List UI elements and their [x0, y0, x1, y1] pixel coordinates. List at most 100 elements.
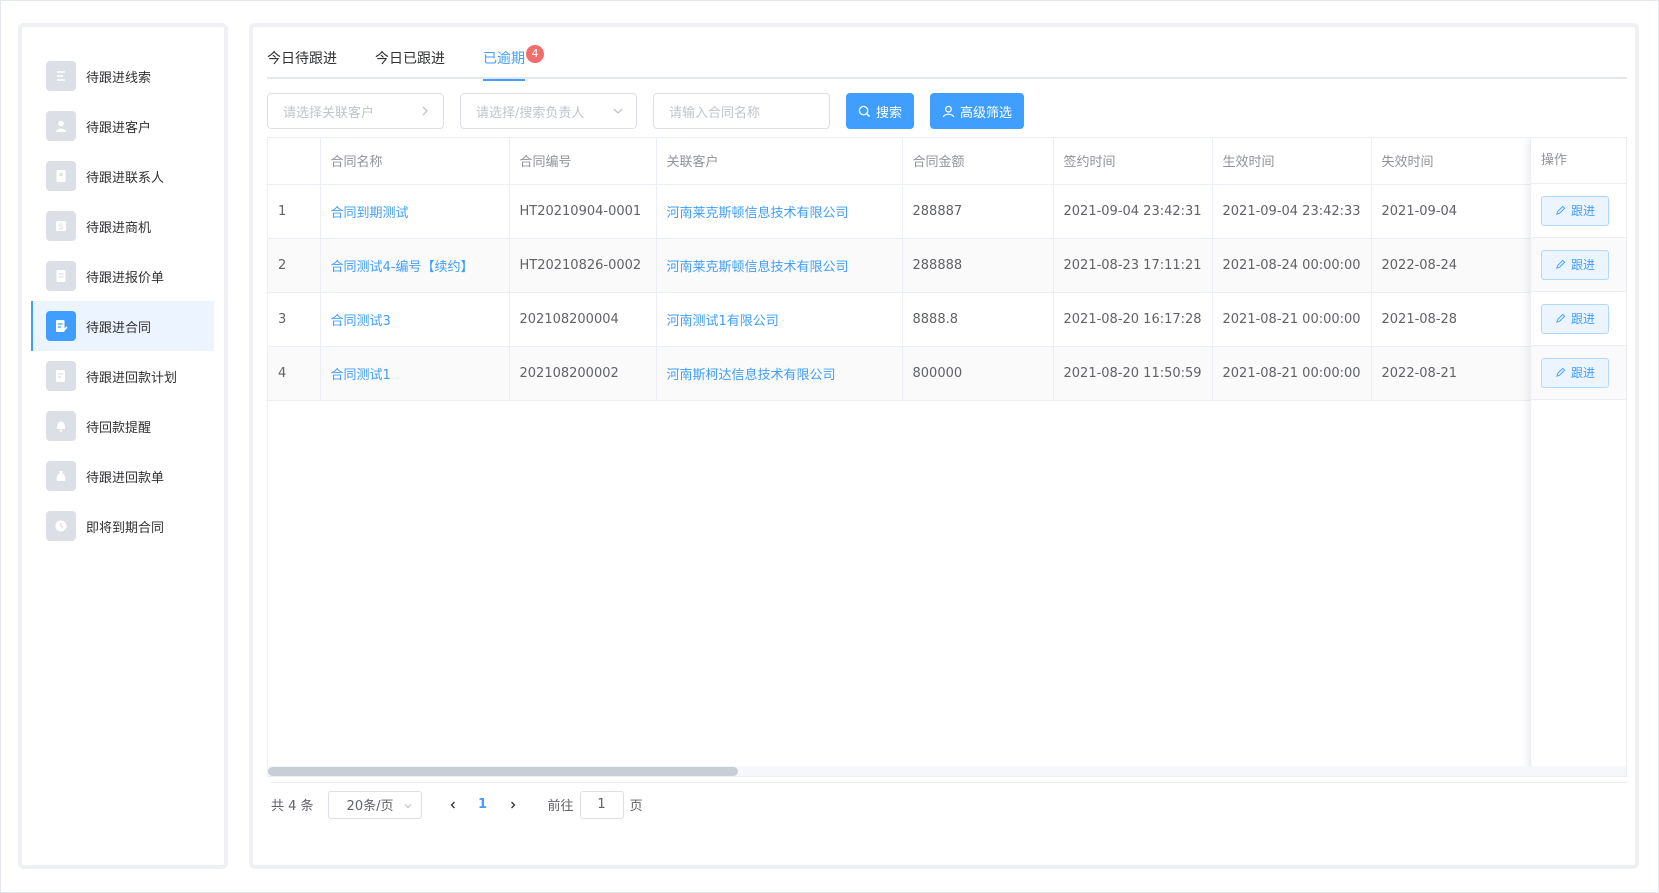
- owner-select-placeholder: 请选择/搜索负责人: [476, 105, 585, 121]
- sidebar-item[interactable]: 待跟进合同: [31, 301, 214, 351]
- sidebar-item[interactable]: 即将到期合同: [22, 501, 224, 551]
- sidebar: 待跟进线索待跟进客户待跟进联系人 $ 待跟进商机待跟进报价单 待跟进合同待跟进回款计划…: [18, 23, 228, 869]
- edit-icon: [1556, 259, 1566, 269]
- customer-icon: [46, 111, 76, 141]
- tab-label: 已逾期: [483, 51, 525, 67]
- clue-icon: [46, 61, 76, 91]
- sidebar-item[interactable]: 待跟进报价单: [22, 251, 224, 301]
- advanced-filter-label: 高级筛选: [960, 105, 1013, 121]
- column-header[interactable]: 签约时间: [1053, 138, 1213, 185]
- goto-label: 前往: [547, 799, 574, 814]
- goto-page-input[interactable]: 1: [579, 790, 624, 819]
- scrollbar-thumb[interactable]: [268, 767, 738, 776]
- search-icon: [858, 105, 871, 117]
- prev-page-button[interactable]: [438, 791, 468, 819]
- sidebar-item[interactable]: 待跟进线索: [22, 51, 224, 101]
- signed-time-cell: 2021-08-20 16:17:28: [1053, 292, 1213, 347]
- page-size-select[interactable]: 20条/页: [327, 790, 422, 819]
- column-header[interactable]: 合同金额: [902, 138, 1054, 185]
- next-page-button[interactable]: [498, 791, 528, 819]
- sidebar-item[interactable]: 待跟进回款计划: [22, 351, 224, 401]
- customer-link[interactable]: 河南莱克斯顿信息技术有限公司: [656, 184, 903, 239]
- tab-today-pending[interactable]: 今日待跟进: [267, 39, 337, 79]
- app-frame: 待跟进线索待跟进客户待跟进联系人 $ 待跟进商机待跟进报价单 待跟进合同待跟进回款计划…: [0, 0, 1659, 893]
- effective-time-cell: 2021-08-21 00:00:00: [1212, 346, 1372, 401]
- payment-plan-icon: [46, 361, 76, 391]
- svg-text:$: $: [59, 223, 64, 232]
- contract-name-link[interactable]: 合同测试3: [320, 292, 510, 347]
- customer-link[interactable]: 河南斯柯达信息技术有限公司: [656, 346, 903, 401]
- follow-up-button[interactable]: 跟进: [1541, 303, 1609, 334]
- column-header[interactable]: 生效时间: [1212, 138, 1372, 185]
- table-row: 2 合同测试4-编号【续约】 HT20210826-0002 河南莱克斯顿信息技术有限…: [268, 238, 1626, 293]
- action-cell: 跟进: [1531, 238, 1626, 292]
- amount-cell: 288888: [902, 238, 1054, 293]
- horizontal-scrollbar[interactable]: [268, 766, 1626, 776]
- goto-page: 前往 1 页: [547, 790, 643, 819]
- bell-icon: [46, 411, 76, 441]
- page-number-current[interactable]: 1: [468, 791, 498, 819]
- sidebar-item[interactable]: 待跟进联系人: [22, 151, 224, 201]
- chevron-down-icon: [613, 108, 623, 114]
- follow-up-label: 跟进: [1570, 258, 1595, 272]
- contract-name-placeholder: 请输入合同名称: [669, 105, 761, 121]
- signed-time-cell: 2021-08-20 11:50:59: [1053, 346, 1213, 401]
- follow-up-button[interactable]: 跟进: [1541, 249, 1609, 280]
- sidebar-item-label: 待跟进合同: [86, 320, 152, 336]
- column-header[interactable]: 关联客户: [656, 138, 903, 185]
- sidebar-item-label: 待跟进商机: [86, 220, 152, 236]
- follow-up-button[interactable]: 跟进: [1541, 357, 1609, 388]
- sidebar-item[interactable]: 待跟进客户: [22, 101, 224, 151]
- effective-time-cell: 2021-08-21 00:00:00: [1212, 292, 1372, 347]
- customer-link[interactable]: 河南测试1有限公司: [656, 292, 903, 347]
- sidebar-item[interactable]: 待回款提醒: [22, 401, 224, 451]
- customer-select[interactable]: 请选择关联客户: [267, 93, 444, 129]
- advanced-filter-button[interactable]: 高级筛选: [930, 93, 1025, 129]
- table-row: 3 合同测试3 202108200004 河南测试1有限公司 8888.8 2021-08…: [268, 292, 1626, 347]
- owner-select[interactable]: 请选择/搜索负责人: [460, 93, 637, 129]
- contract-code-cell: HT20210904-0001: [509, 184, 657, 239]
- sidebar-item-label: 即将到期合同: [86, 520, 165, 536]
- sidebar-item[interactable]: 待跟进回款单: [22, 451, 224, 501]
- signed-time-cell: 2021-09-04 23:42:31: [1053, 184, 1213, 239]
- row-index-cell: 1: [268, 184, 321, 239]
- filter-bar: 请选择关联客户 请选择/搜索负责人 请输入合同名称 搜索 高级筛选: [267, 93, 1040, 129]
- customer-select-placeholder: 请选择关联客户: [283, 105, 375, 121]
- contract-name-link[interactable]: 合同到期测试: [320, 184, 510, 239]
- contract-icon: [46, 311, 76, 341]
- search-button[interactable]: 搜索: [846, 93, 915, 129]
- chevron-right-icon: [422, 106, 428, 116]
- search-button-label: 搜索: [876, 105, 903, 121]
- customer-link[interactable]: 河南莱克斯顿信息技术有限公司: [656, 238, 903, 293]
- contract-table: 合同名称 合同编号 关联客户 合同金额 签约时间 生效时间 失效时间 1 合同到期…: [267, 137, 1627, 777]
- action-column-header: 操作: [1531, 138, 1626, 184]
- sidebar-item[interactable]: $ 待跟进商机: [22, 201, 224, 251]
- effective-time-cell: 2021-09-04 23:42:33: [1212, 184, 1372, 239]
- page-size-value: 20条/页: [346, 799, 394, 814]
- tab-overdue[interactable]: 已逾期 4: [483, 39, 544, 81]
- column-header[interactable]: 合同名称: [320, 138, 510, 185]
- action-cell: 跟进: [1531, 292, 1626, 346]
- contract-name-link[interactable]: 合同测试1: [320, 346, 510, 401]
- pagination-total: 共 4 条: [271, 799, 314, 814]
- row-index-cell: 2: [268, 238, 321, 293]
- edit-icon: [1556, 205, 1566, 215]
- contract-code-cell: HT20210826-0002: [509, 238, 657, 293]
- tab-label: 今日已跟进: [375, 51, 445, 67]
- quote-icon: [46, 261, 76, 291]
- contract-name-link[interactable]: 合同测试4-编号【续约】: [320, 238, 510, 293]
- sidebar-item-label: 待跟进客户: [86, 120, 152, 136]
- follow-up-button[interactable]: 跟进: [1541, 195, 1609, 226]
- action-cell: 跟进: [1531, 346, 1626, 400]
- page-unit-label: 页: [629, 799, 643, 814]
- follow-up-label: 跟进: [1570, 204, 1595, 218]
- contract-name-input[interactable]: 请输入合同名称: [653, 93, 830, 129]
- amount-cell: 8888.8: [902, 292, 1054, 347]
- contract-code-cell: 202108200002: [509, 346, 657, 401]
- tab-today-done[interactable]: 今日已跟进: [375, 39, 445, 79]
- main-panel: 今日待跟进 今日已跟进 已逾期 4 请选择关联客户 请选择/搜索负责人 请输入合…: [249, 23, 1639, 869]
- action-cell: 跟进: [1531, 184, 1626, 238]
- row-index-cell: 4: [268, 346, 321, 401]
- column-header[interactable]: 合同编号: [509, 138, 657, 185]
- sidebar-item-label: 待跟进报价单: [86, 270, 165, 286]
